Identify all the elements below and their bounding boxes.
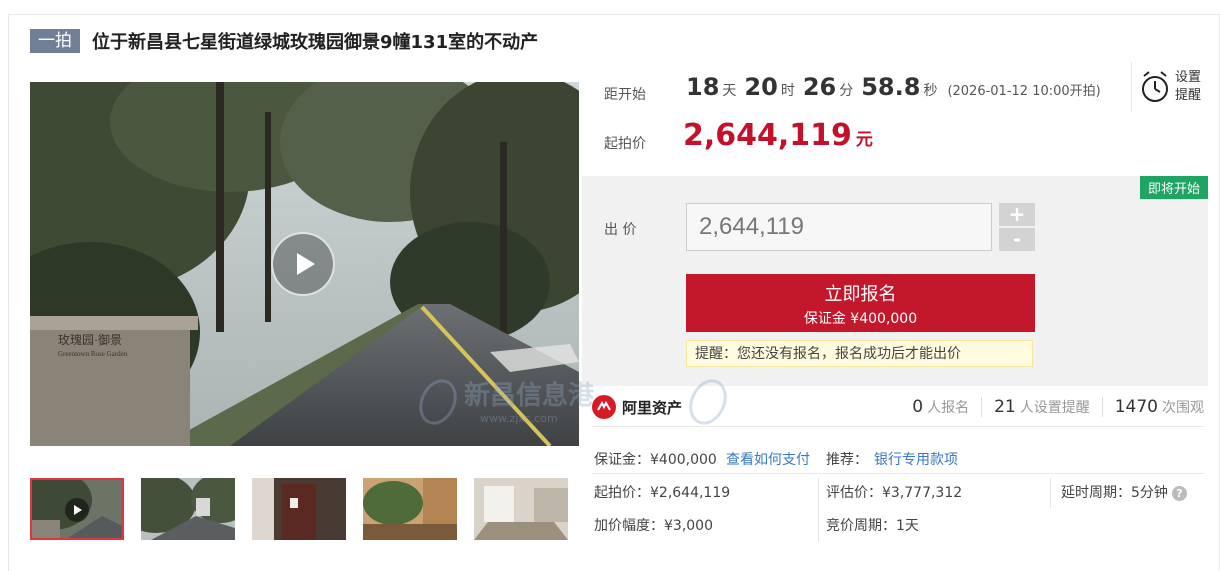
recommend-link[interactable]: 银行专用款项 xyxy=(874,449,958,469)
sign-text-en: Greentown Rose Garden xyxy=(58,350,128,358)
thumbnail-strip xyxy=(30,478,568,540)
thumbnail-door-image xyxy=(252,478,346,540)
divider xyxy=(1101,397,1103,417)
thumbnail-garden-image xyxy=(363,478,457,540)
signup-count-label: 人报名 xyxy=(927,400,970,416)
start-price-info: 起拍价：¥2,644,119 xyxy=(594,485,731,501)
signup-deposit-label: 保证金 ¥400,000 xyxy=(803,311,918,327)
countdown-label: 距开始 xyxy=(604,87,646,103)
title-row: 一拍 位于新昌县七星街道绿城玫瑰园御景9幢131室的不动产 xyxy=(30,27,538,55)
divider xyxy=(981,397,983,417)
start-price: 2,644,119 元 xyxy=(683,118,873,153)
help-icon[interactable]: ? xyxy=(1171,485,1187,501)
thumbnail-door[interactable] xyxy=(252,478,346,540)
status-badge: 即将开始 xyxy=(1139,176,1208,199)
agency-row: 阿里资产 0 人报名 21 人设置提醒 1470 次围观 xyxy=(592,392,1204,427)
countdown-minutes-unit: 分 xyxy=(839,83,854,99)
delay-period-info: 延时周期：5分钟? xyxy=(1061,482,1187,502)
reminder-line-2: 提醒 xyxy=(1175,88,1202,103)
recommend-label: 推荐： xyxy=(826,452,868,468)
decrease-bid-button[interactable]: - xyxy=(999,228,1035,251)
auction-start-time: (2026-01-12 10:00开拍) xyxy=(947,84,1101,99)
deposit-info: 保证金：¥400,000 xyxy=(594,452,717,468)
sign-text: 玫瑰园·御景 xyxy=(58,332,122,347)
countdown-days-unit: 天 xyxy=(722,83,737,99)
countdown-seconds-unit: 秒 xyxy=(923,83,938,99)
auction-stats: 0 人报名 21 人设置提醒 1470 次围观 xyxy=(912,397,1204,417)
reminder-line-1: 设置 xyxy=(1175,70,1202,85)
agency-name: 阿里资产 xyxy=(622,398,683,417)
signup-button[interactable]: 立即报名 保证金 ¥400,000 xyxy=(686,274,1035,332)
divider xyxy=(818,478,819,542)
bid-label: 出 价 xyxy=(604,222,637,238)
view-count-label: 次围观 xyxy=(1162,400,1204,416)
reminder-count: 21 xyxy=(994,397,1016,417)
thumbnail-road[interactable] xyxy=(141,478,235,540)
how-to-pay-link[interactable]: 查看如何支付 xyxy=(726,449,810,469)
delay-period-text: 延时周期：5分钟 xyxy=(1061,485,1168,501)
signup-button-label: 立即报名 xyxy=(824,284,897,305)
play-video-button[interactable] xyxy=(271,232,335,296)
divider xyxy=(592,473,1204,474)
reminder-label: 设置 提醒 xyxy=(1175,69,1201,105)
countdown-seconds: 58.8 xyxy=(861,73,921,101)
countdown-hours-unit: 时 xyxy=(780,83,795,99)
page-title: 位于新昌县七星街道绿城玫瑰园御景9幢131室的不动产 xyxy=(92,32,539,53)
countdown-hours: 20 xyxy=(744,73,778,101)
bid-panel: 即将开始 出 价 + - 立即报名 保证金 ¥400,000 提醒：您还没有报名… xyxy=(582,176,1208,386)
start-price-unit: 元 xyxy=(855,130,873,150)
alarm-clock-icon xyxy=(1142,71,1168,102)
start-price-value: 2,644,119 xyxy=(683,118,852,153)
thumbnail-play-icon xyxy=(65,498,89,522)
valuation-info: 评估价：¥3,777,312 xyxy=(826,485,963,501)
countdown-timer: 18 天 20 时 26 分 58.8 秒 (2026-01-12 10:00开… xyxy=(686,73,1101,101)
signup-tip: 提醒：您还没有报名，报名成功后才能出价 xyxy=(686,340,1033,367)
increase-bid-button[interactable]: + xyxy=(999,203,1035,226)
countdown-days: 18 xyxy=(686,73,720,101)
increment-info: 加价幅度：¥3,000 xyxy=(594,518,713,534)
auction-round-badge: 一拍 xyxy=(30,29,80,53)
bidding-period-info: 竞价周期：1天 xyxy=(826,518,919,534)
thumbnail-video[interactable] xyxy=(30,478,124,540)
divider xyxy=(1050,478,1051,508)
start-price-label: 起拍价 xyxy=(604,136,646,152)
main-video-preview[interactable]: 玫瑰园·御景 Greentown Rose Garden xyxy=(30,82,579,446)
ali-assets-icon xyxy=(592,395,616,419)
signup-count: 0 xyxy=(912,397,924,417)
thumbnail-garden[interactable] xyxy=(363,478,457,540)
view-count: 1470 xyxy=(1114,397,1158,417)
bid-amount-input[interactable] xyxy=(686,203,992,251)
agency-logo[interactable]: 阿里资产 xyxy=(592,395,682,419)
thumbnail-road-image-2 xyxy=(141,478,235,540)
thumbnail-room-image xyxy=(474,478,568,540)
thumbnail-room[interactable] xyxy=(474,478,568,540)
reminder-count-label: 人设置提醒 xyxy=(1019,400,1090,416)
set-reminder-button[interactable]: 设置 提醒 xyxy=(1131,62,1210,112)
countdown-minutes: 26 xyxy=(802,73,837,101)
